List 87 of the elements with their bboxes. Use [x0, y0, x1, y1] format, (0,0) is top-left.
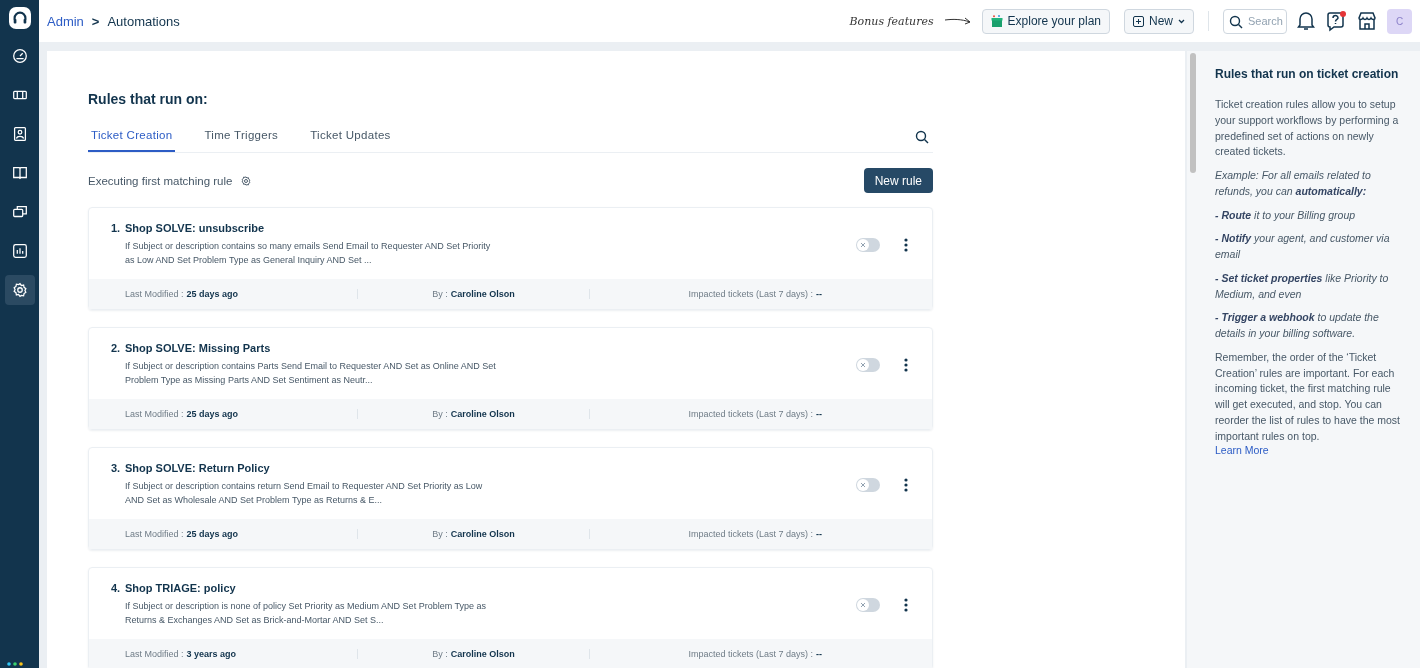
author-name: Caroline Olson	[450, 409, 515, 419]
rule-name[interactable]: Shop SOLVE: Missing Parts	[125, 342, 856, 354]
field-label: Last Modified :	[125, 409, 184, 419]
colored-dots-icon	[7, 662, 23, 666]
rule-number: 4.	[111, 582, 122, 594]
section-heading: Rules that run on:	[88, 91, 209, 107]
tab[interactable]: Time Triggers	[201, 129, 282, 152]
impacted-tickets-value: --	[816, 289, 822, 299]
caret-icon	[1178, 18, 1185, 24]
help-paragraph: - Trigger a webhook to update the details in your billing software.	[1215, 310, 1380, 341]
settings-icon	[10, 281, 29, 299]
last-modified-value: 3 years ago	[186, 649, 237, 659]
last-modified-value: 25 days ago	[186, 409, 239, 419]
field-label: Last Modified :	[125, 289, 184, 299]
author-name: Caroline Olson	[450, 529, 515, 539]
scrollbar-thumb[interactable]	[1190, 53, 1196, 173]
rule-toggle[interactable]	[856, 597, 880, 612]
field-label: Impacted tickets (Last 7 days) :	[688, 649, 813, 659]
help-panel-title: Rules that run on ticket creation	[1215, 67, 1400, 81]
field-label: By :	[432, 289, 448, 299]
tab[interactable]: Ticket Updates	[307, 129, 394, 152]
search-field[interactable]: Search	[1223, 8, 1287, 34]
new-button[interactable]: New	[1124, 8, 1194, 34]
search-icon[interactable]	[915, 130, 929, 144]
more-options-icon[interactable]	[904, 477, 908, 492]
breadcrumb-separator: >	[91, 13, 100, 29]
author-name: Caroline Olson	[450, 649, 515, 659]
impacted-tickets-value: --	[816, 649, 822, 659]
breadcrumb-link[interactable]: Admin	[47, 13, 84, 29]
help-paragraph: Ticket creation rules allow you to setup your support workflows by performing a predefined set of actions on newly created tickets.	[1215, 97, 1400, 160]
help-paragraph: Remember, the order of the ‘Ticket Creation’ rules are important. For each incoming ticket, the first matching rule will get executed, and stop. You can reorder the list of rules to have the most important rules on top.	[1215, 349, 1401, 444]
rule-description: If Subject or description contains Parts Send Email to Requester AND Set as Online AND Set Problem Type as Missing Parts AND Set Sentiment as Neutr...	[125, 360, 497, 387]
more-options-icon[interactable]	[904, 357, 908, 372]
execution-mode-text: Executing first matching rule	[88, 174, 233, 187]
rule-number: 2.	[111, 342, 122, 354]
rule-name[interactable]: Shop SOLVE: unsubscribe	[125, 222, 856, 234]
rule-name[interactable]: Shop SOLVE: Return Policy	[125, 462, 856, 474]
more-options-icon[interactable]	[904, 597, 908, 612]
rule-description: If Subject or description contains return Send Email to Requester AND Set Priority as Low AND Set as Wholesale AND Set Problem Type as Returns & E...	[125, 480, 484, 507]
field-label: Last Modified :	[125, 529, 184, 539]
x-icon	[859, 360, 867, 369]
rule-toggle[interactable]	[856, 477, 880, 492]
store-icon[interactable]	[1357, 11, 1377, 31]
help-paragraph: - Route it to your Billing group	[1215, 207, 1357, 223]
x-icon	[859, 480, 867, 489]
app-logo-icon[interactable]	[8, 7, 31, 29]
search-icon	[1229, 14, 1243, 29]
help-icon[interactable]	[1325, 10, 1347, 32]
field-label: Impacted tickets (Last 7 days) :	[688, 409, 813, 419]
rule-description: If Subject or description is none of policy Set Priority as Medium AND Set Problem Type as Returns & Exchanges AND Set as Brick-and-Mortar AND Set S...	[125, 600, 487, 627]
field-label: By :	[432, 649, 448, 659]
explore-plan-button[interactable]: Explore your plan	[981, 8, 1110, 34]
arrow-icon	[943, 16, 972, 26]
last-modified-value: 25 days ago	[186, 529, 239, 539]
field-label: Last Modified :	[125, 649, 184, 659]
bar-chart-icon	[10, 242, 29, 260]
tab[interactable]: Ticket Creation	[88, 129, 176, 152]
page-title: Automations	[107, 13, 180, 29]
author-name: Caroline Olson	[450, 289, 515, 299]
sidebar-nav-item[interactable]	[4, 275, 35, 305]
x-icon	[859, 240, 867, 249]
rule-number: 1.	[111, 222, 122, 234]
field-label: By :	[432, 529, 448, 539]
gift-icon	[990, 15, 1003, 27]
new-rule-button[interactable]: New rule	[863, 168, 933, 193]
field-label: Impacted tickets (Last 7 days) :	[688, 289, 813, 299]
rule-toggle[interactable]	[856, 237, 880, 252]
x-icon	[859, 600, 867, 609]
field-label: Impacted tickets (Last 7 days) :	[688, 529, 813, 539]
book-icon	[10, 164, 29, 182]
settings-icon[interactable]	[240, 174, 253, 187]
more-options-icon[interactable]	[904, 237, 908, 252]
rule-toggle[interactable]	[856, 357, 880, 372]
rule-name[interactable]: Shop TRIAGE: policy	[125, 582, 856, 594]
plus-box-icon	[1133, 15, 1144, 27]
rule-description: If Subject or description contains so many emails Send Email to Requester AND Set Priority as Low AND Set Problem Type as General Inquiry AND Set ...	[125, 240, 492, 267]
impacted-tickets-value: --	[816, 529, 822, 539]
help-paragraph: Example: For all emails related to refunds, you can automatically:	[1215, 168, 1372, 199]
impacted-tickets-value: --	[816, 409, 822, 419]
help-paragraph: - Set ticket properties like Priority to Medium, and even	[1215, 270, 1390, 302]
last-modified-value: 25 days ago	[186, 289, 239, 299]
field-label: By :	[432, 409, 448, 419]
notification-bell-icon[interactable]	[1297, 11, 1315, 31]
learn-more-link[interactable]: Learn More	[1215, 444, 1404, 457]
rule-number: 3.	[111, 462, 122, 474]
gauge-icon	[10, 47, 29, 65]
bonus-hint-text: Bonus features	[849, 14, 934, 28]
